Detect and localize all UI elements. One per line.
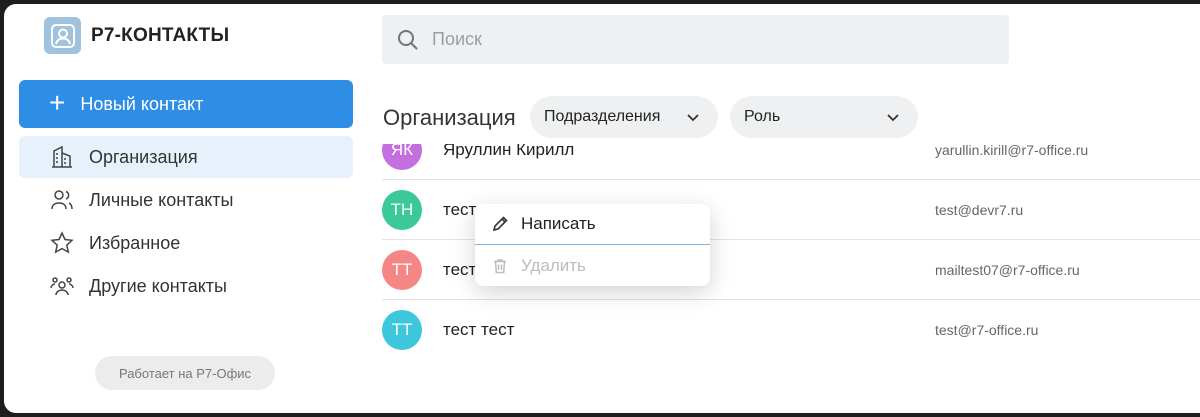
contact-name: тест: [443, 200, 477, 219]
avatar: ЯК: [382, 144, 422, 170]
write-label: Написать: [521, 214, 596, 233]
avatar: ТН: [382, 190, 422, 230]
pencil-icon: [491, 215, 509, 233]
avatar: ТТ: [382, 310, 422, 350]
search-input[interactable]: [432, 29, 992, 50]
group-icon: [49, 273, 75, 299]
building-icon: [49, 144, 75, 170]
table-row[interactable]: ЯК Яруллин Кирилл yarullin.kirill@r7-off…: [382, 144, 1200, 180]
app-title: Р7-КОНТАКТЫ: [91, 24, 230, 46]
write-menu-item[interactable]: Написать: [475, 204, 710, 245]
search-icon: [396, 28, 420, 52]
contact-name: тест тест: [443, 320, 515, 339]
app-logo[interactable]: Р7-КОНТАКТЫ: [44, 17, 229, 54]
sidebar-item-organization[interactable]: Организация: [19, 136, 353, 178]
contact-email: yarullin.kirill@r7-office.ru: [935, 144, 1089, 158]
contact-email: test@devr7.ru: [935, 202, 1024, 218]
chevron-down-icon: [686, 110, 700, 124]
search-bar[interactable]: [382, 15, 1009, 64]
sidebar-item-label: Избранное: [89, 232, 181, 253]
contact-email: mailtest07@r7-office.ru: [935, 262, 1080, 278]
delete-menu-item[interactable]: Удалить: [475, 245, 710, 286]
new-contact-button[interactable]: + Новый контакт: [19, 80, 353, 128]
contact-card-icon: [44, 17, 81, 54]
sidebar-item-label: Другие контакты: [89, 275, 227, 296]
chevron-down-icon: [886, 110, 900, 124]
sidebar-item-label: Организация: [89, 146, 198, 167]
star-icon: [49, 230, 75, 256]
sidebar-item-other-contacts[interactable]: Другие контакты: [19, 265, 353, 307]
delete-label: Удалить: [521, 255, 586, 275]
role-filter[interactable]: Роль: [730, 96, 918, 138]
role-filter-label: Роль: [744, 108, 781, 125]
sidebar-item-personal-contacts[interactable]: Личные контакты: [19, 179, 353, 221]
new-contact-label: Новый контакт: [80, 93, 204, 114]
powered-by-badge[interactable]: Работает на Р7-Офис: [95, 356, 275, 390]
avatar: ТТ: [382, 250, 422, 290]
plus-icon: +: [49, 86, 66, 118]
page-title: Организация: [383, 105, 516, 130]
departments-filter-label: Подразделения: [544, 108, 661, 125]
users-icon: [49, 187, 75, 213]
departments-filter[interactable]: Подразделения: [530, 96, 718, 138]
contact-name: Яруллин Кирилл: [443, 144, 575, 159]
sidebar-item-label: Личные контакты: [89, 189, 234, 210]
table-row[interactable]: ТТ тест тест test@r7-office.ru: [382, 300, 1200, 360]
contact-email: test@r7-office.ru: [935, 322, 1039, 338]
trash-icon: [491, 257, 509, 275]
app-window: Р7-КОНТАКТЫ + Новый контакт Организация …: [4, 4, 1200, 413]
context-menu: Написать Удалить: [475, 204, 710, 286]
sidebar: Р7-КОНТАКТЫ + Новый контакт Организация …: [4, 4, 366, 413]
contact-name: тест: [443, 260, 477, 279]
sidebar-item-favorites[interactable]: Избранное: [19, 222, 353, 264]
